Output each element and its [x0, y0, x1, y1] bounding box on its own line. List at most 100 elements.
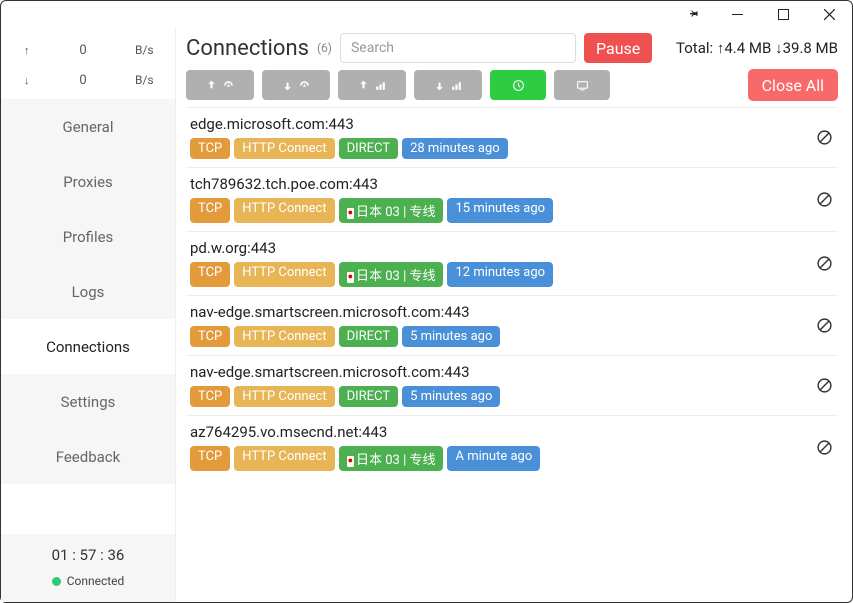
search-input[interactable]: [340, 33, 576, 63]
monitor-icon: [576, 79, 589, 92]
sort-time-button[interactable]: [490, 70, 546, 100]
upload-value: 0: [63, 43, 103, 58]
sidebar-item-feedback[interactable]: Feedback: [1, 429, 175, 484]
jp-flag-icon: ●: [347, 208, 354, 219]
sidebar-item-general[interactable]: General: [1, 99, 175, 154]
sort-download-speed-button[interactable]: [262, 70, 330, 100]
sidebar-item-profiles[interactable]: Profiles: [1, 209, 175, 264]
method-tag: HTTP Connect: [234, 198, 334, 223]
download-speed: ↓ 0 B/s: [1, 65, 175, 95]
connection-row: az764295.vo.msecnd.net:443 TCPHTTP Connec…: [186, 415, 838, 479]
protocol-tag: TCP: [190, 386, 230, 407]
connection-count: (6): [317, 41, 332, 55]
block-connection-button[interactable]: [814, 437, 834, 457]
time-tag: A minute ago: [447, 446, 540, 471]
route-tag: ●日本 03 | 专线: [339, 262, 444, 287]
jp-flag-icon: ●: [347, 272, 354, 283]
time-tag: 5 minutes ago: [402, 326, 500, 347]
main-panel: Connections (6) Pause Total: ↑4.4 MB ↓39…: [176, 27, 852, 602]
download-icon: [281, 79, 294, 92]
connection-tags: TCPHTTP Connect●日本 03 | 专线A minute ago: [190, 446, 814, 471]
sort-host-button[interactable]: [554, 70, 610, 100]
sort-upload-speed-button[interactable]: [186, 70, 254, 100]
connection-address: az764295.vo.msecnd.net:443: [190, 423, 814, 441]
uptime-timer: 01 : 57 : 36: [1, 546, 175, 564]
toolbar: Close All: [186, 69, 838, 101]
connection-tags: TCPHTTP ConnectDIRECT5 minutes ago: [190, 326, 814, 347]
sidebar-item-connections[interactable]: Connections: [1, 319, 175, 374]
upload-unit: B/s: [124, 43, 164, 57]
block-connection-button[interactable]: [814, 127, 834, 147]
block-icon: [816, 317, 833, 334]
protocol-tag: TCP: [190, 138, 230, 159]
method-tag: HTTP Connect: [234, 138, 334, 159]
block-connection-button[interactable]: [814, 253, 834, 273]
block-icon: [816, 439, 833, 456]
connection-tags: TCPHTTP Connect●日本 03 | 专线15 minutes ago: [190, 198, 814, 223]
clock-icon: [512, 79, 525, 92]
method-tag: HTTP Connect: [234, 262, 334, 287]
bars-icon: [450, 79, 463, 92]
connection-row: pd.w.org:443TCPHTTP Connect●日本 03 | 专线12…: [186, 231, 838, 295]
route-tag: DIRECT: [339, 326, 399, 347]
status-dot-icon: [52, 577, 61, 586]
route-tag: DIRECT: [339, 138, 399, 159]
close-button[interactable]: [806, 1, 852, 27]
block-icon: [816, 191, 833, 208]
block-connection-button[interactable]: [814, 189, 834, 209]
download-unit: B/s: [124, 73, 164, 87]
sidebar: ↑ 0 B/s ↓ 0 B/s General Proxies Profiles…: [1, 27, 176, 602]
connection-row: nav-edge.smartscreen.microsoft.com:443TC…: [186, 295, 838, 355]
download-arrow-icon: ↓: [12, 74, 42, 87]
nav: General Proxies Profiles Logs Connection…: [1, 99, 175, 534]
block-connection-button[interactable]: [814, 315, 834, 335]
time-tag: 15 minutes ago: [447, 198, 553, 223]
sort-upload-total-button[interactable]: [338, 70, 406, 100]
speed-panel: ↑ 0 B/s ↓ 0 B/s: [1, 27, 175, 99]
maximize-icon: [778, 9, 789, 20]
method-tag: HTTP Connect: [234, 386, 334, 407]
protocol-tag: TCP: [190, 198, 230, 223]
close-all-button[interactable]: Close All: [748, 69, 838, 101]
titlebar: [1, 1, 852, 27]
route-tag: ●日本 03 | 专线: [339, 198, 444, 223]
connection-tags: TCPHTTP Connect●日本 03 | 专线12 minutes ago: [190, 262, 814, 287]
pause-button[interactable]: Pause: [584, 33, 652, 63]
upload-icon: [205, 79, 218, 92]
sidebar-item-proxies[interactable]: Proxies: [1, 154, 175, 209]
block-icon: [816, 129, 833, 146]
connection-row: tch789632.tch.poe.com:443 TCPHTTP Connect…: [186, 167, 838, 231]
sort-download-total-button[interactable]: [414, 70, 482, 100]
sidebar-item-logs[interactable]: Logs: [1, 264, 175, 319]
pin-icon: [688, 8, 700, 20]
connection-address: pd.w.org:443: [190, 239, 814, 257]
download-value: 0: [63, 73, 103, 88]
connection-row: edge.microsoft.com:443TCPHTTP ConnectDIR…: [186, 107, 838, 167]
maximize-button[interactable]: [760, 1, 806, 27]
upload-icon: [357, 79, 370, 92]
download-icon: [433, 79, 446, 92]
protocol-tag: TCP: [190, 446, 230, 471]
protocol-tag: TCP: [190, 262, 230, 287]
pin-button[interactable]: [674, 1, 714, 27]
gauge-icon: [298, 79, 311, 92]
connection-tags: TCPHTTP ConnectDIRECT28 minutes ago: [190, 138, 814, 159]
total-traffic: Total: ↑4.4 MB ↓39.8 MB: [676, 39, 838, 57]
block-icon: [816, 377, 833, 394]
connection-address: tch789632.tch.poe.com:443: [190, 175, 814, 193]
status-text: Connected: [67, 574, 125, 588]
upload-arrow-icon: ↑: [12, 44, 42, 57]
route-tag: ●日本 03 | 专线: [339, 446, 444, 471]
sidebar-item-settings[interactable]: Settings: [1, 374, 175, 429]
minimize-button[interactable]: [714, 1, 760, 27]
sidebar-footer: 01 : 57 : 36 Connected: [1, 534, 175, 602]
time-tag: 5 minutes ago: [402, 386, 500, 407]
block-connection-button[interactable]: [814, 375, 834, 395]
connection-tags: TCPHTTP ConnectDIRECT5 minutes ago: [190, 386, 814, 407]
connection-status: Connected: [1, 574, 175, 588]
header: Connections (6) Pause Total: ↑4.4 MB ↓39…: [186, 33, 838, 63]
gauge-icon: [222, 79, 235, 92]
route-tag: DIRECT: [339, 386, 399, 407]
time-tag: 28 minutes ago: [402, 138, 508, 159]
method-tag: HTTP Connect: [234, 326, 334, 347]
